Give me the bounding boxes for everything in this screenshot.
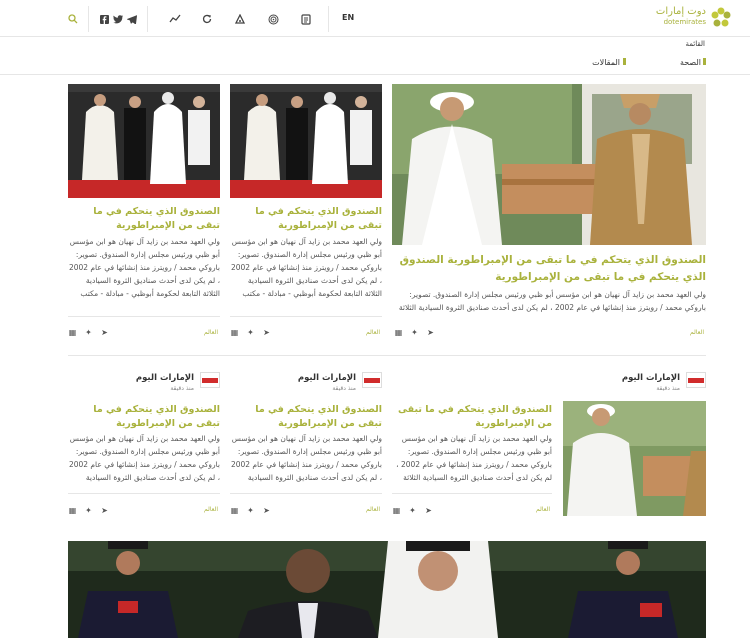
twitter-icon[interactable]: ✦	[246, 506, 255, 515]
article-title[interactable]: الصندوق الذي يتحكم في ما تبقى من الإمبرا…	[392, 403, 552, 431]
card-divider	[230, 316, 382, 317]
source-logo	[686, 372, 706, 388]
article-share: ▦ ✦ ➤	[392, 506, 433, 515]
facebook-icon[interactable]: ▦	[68, 506, 77, 515]
telegram-icon[interactable]	[125, 12, 139, 26]
article-category[interactable]: العالم	[204, 329, 218, 336]
telegram-icon[interactable]: ➤	[262, 506, 271, 515]
large-article-image[interactable]	[68, 541, 706, 638]
source-name[interactable]: الإمارات اليوم	[276, 373, 356, 383]
logo-arabic: دوت إمارات	[655, 6, 706, 17]
twitter-icon[interactable]: ✦	[84, 506, 93, 515]
document-icon[interactable]	[299, 12, 313, 26]
facebook-icon[interactable]: ▦	[392, 506, 401, 515]
source-time: منذ دقيقة	[170, 385, 194, 392]
twitter-icon[interactable]: ✦	[408, 506, 417, 515]
telegram-icon[interactable]: ➤	[100, 506, 109, 515]
article-body: ولي العهد محمد بن زايد آل نهيان هو ابن م…	[68, 434, 220, 482]
nav-category-health[interactable]: الصحة	[680, 58, 701, 67]
logo-flower-icon[interactable]	[709, 6, 733, 30]
divider	[328, 6, 329, 32]
source-name[interactable]: الإمارات اليوم	[600, 373, 680, 383]
divider	[88, 6, 89, 32]
article-category[interactable]: العالم	[536, 506, 550, 513]
article-title[interactable]: الصندوق الذي يتحكم في ما تبقى من الإمبرا…	[230, 205, 382, 233]
featured-article-body: ولي العهد محمد بن زايد آل نهيان هو ابن م…	[398, 290, 706, 312]
twitter-icon[interactable]: ✦	[84, 328, 93, 337]
article-body: ولي العهد محمد بن زايد آل نهيان هو ابن م…	[230, 237, 382, 298]
site-logo-text[interactable]: دوت إمارات dotemirates	[656, 6, 706, 27]
article-body: ولي العهد محمد بن زايد آل نهيان هو ابن م…	[396, 434, 552, 482]
article-share: ▦ ✦ ➤	[230, 506, 271, 515]
logo-english: dotemirates	[663, 18, 706, 26]
article-image[interactable]	[563, 401, 706, 516]
article-title[interactable]: الصندوق الذي يتحكم في ما تبقى من الإمبرا…	[68, 205, 220, 233]
article-share: ▦ ✦ ➤	[68, 506, 109, 515]
article-share: ▦ ✦ ➤	[68, 328, 109, 337]
telegram-icon[interactable]: ➤	[262, 328, 271, 337]
fingerprint-icon[interactable]	[266, 12, 280, 26]
featured-share: ▦ ✦ ➤	[394, 328, 435, 337]
featured-category[interactable]: العالم	[690, 329, 704, 336]
facebook-icon[interactable]: ▦	[230, 328, 239, 337]
facebook-icon[interactable]	[97, 12, 111, 26]
article-image[interactable]	[68, 84, 220, 198]
divider	[147, 6, 148, 32]
category-marker	[623, 58, 626, 65]
refresh-icon[interactable]	[200, 12, 214, 26]
active-category-marker	[703, 58, 706, 65]
article-body: ولي العهد محمد بن زايد آل نهيان هو ابن م…	[68, 237, 220, 298]
nav-divider	[0, 74, 750, 75]
telegram-icon[interactable]: ➤	[100, 328, 109, 337]
telegram-icon[interactable]: ➤	[424, 506, 433, 515]
source-time: منذ دقيقة	[332, 385, 356, 392]
search-icon[interactable]	[66, 12, 80, 26]
card-divider	[68, 316, 220, 317]
featured-article-title[interactable]: الصندوق الذي يتحكم في ما تبقى من الإمبرا…	[394, 252, 706, 286]
article-category[interactable]: العالم	[204, 506, 218, 513]
card-divider	[392, 493, 552, 494]
nav-category-articles[interactable]: المقالات	[592, 58, 620, 67]
twitter-icon[interactable]: ✦	[410, 328, 419, 337]
article-image[interactable]	[230, 84, 382, 198]
article-body: ولي العهد محمد بن زايد آل نهيان هو ابن م…	[230, 434, 382, 482]
card-divider	[230, 493, 382, 494]
telegram-icon[interactable]: ➤	[426, 328, 435, 337]
trend-icon[interactable]	[168, 12, 182, 26]
article-title[interactable]: الصندوق الذي يتحكم في ما تبقى من الإمبرا…	[68, 403, 220, 431]
article-category[interactable]: العالم	[366, 329, 380, 336]
card-divider	[68, 493, 220, 494]
menu-button[interactable]: القائمة	[686, 40, 706, 48]
featured-article-image[interactable]	[392, 84, 706, 245]
source-name[interactable]: الإمارات اليوم	[114, 373, 194, 383]
language-switch[interactable]: EN	[342, 13, 354, 22]
source-time: منذ دقيقة	[656, 385, 680, 392]
article-category[interactable]: العالم	[366, 506, 380, 513]
top-bar: EN دوت إمارات dotemirates	[0, 0, 750, 37]
twitter-icon[interactable]	[111, 12, 125, 26]
facebook-icon[interactable]: ▦	[230, 506, 239, 515]
source-logo	[200, 372, 220, 388]
article-title[interactable]: الصندوق الذي يتحكم في ما تبقى من الإمبرا…	[230, 403, 382, 431]
source-logo	[362, 372, 382, 388]
article-share: ▦ ✦ ➤	[230, 328, 271, 337]
facebook-icon[interactable]: ▦	[68, 328, 77, 337]
facebook-icon[interactable]: ▦	[394, 328, 403, 337]
section-divider	[68, 355, 706, 356]
bell-icon[interactable]	[233, 12, 247, 26]
twitter-icon[interactable]: ✦	[246, 328, 255, 337]
